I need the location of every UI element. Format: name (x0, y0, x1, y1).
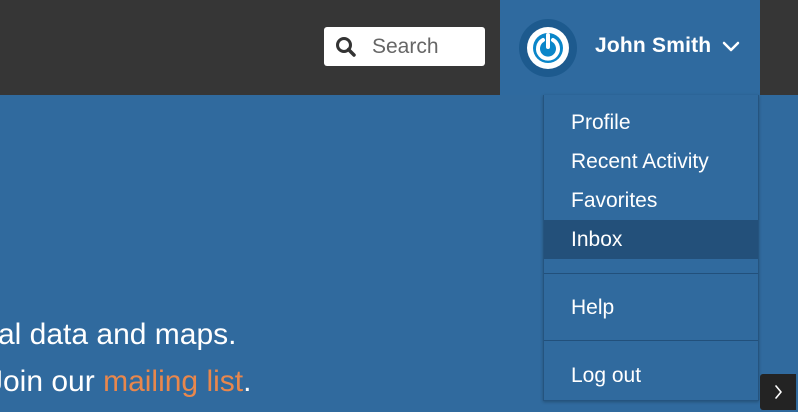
user-dropdown-menu: Profile Recent Activity Favorites Inbox … (543, 95, 759, 401)
menu-item-profile[interactable]: Profile (544, 103, 758, 142)
menu-item-log-out[interactable]: Log out (544, 356, 758, 395)
menu-divider (544, 340, 758, 341)
user-name[interactable]: John Smith (595, 34, 711, 58)
search-icon[interactable] (335, 36, 357, 58)
menu-item-favorites[interactable]: Favorites (544, 181, 758, 220)
menu-item-help[interactable]: Help (544, 288, 758, 327)
chevron-down-icon[interactable] (722, 40, 740, 54)
menu-divider (544, 273, 758, 274)
next-button[interactable] (760, 374, 796, 410)
hero-text-line: Join our mailing list. (0, 364, 251, 400)
hero-text-line: al data and maps. (0, 318, 237, 351)
search-box[interactable] (324, 27, 485, 66)
power-icon[interactable] (519, 19, 577, 77)
menu-item-inbox[interactable]: Inbox (544, 220, 758, 259)
menu-item-recent-activity[interactable]: Recent Activity (544, 142, 758, 181)
hero-text: Join our (0, 365, 95, 398)
mailing-list-link[interactable]: mailing list (103, 365, 243, 398)
hero-text: . (243, 365, 252, 398)
search-input[interactable] (372, 34, 482, 59)
